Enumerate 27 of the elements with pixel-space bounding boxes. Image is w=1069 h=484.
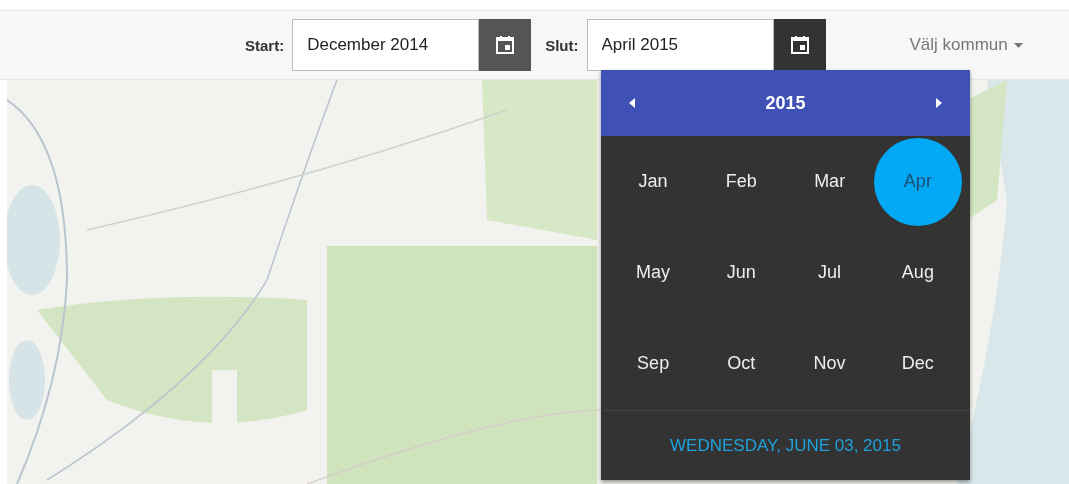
calendar-icon bbox=[789, 35, 810, 55]
date-field[interactable]: December 2014 bbox=[292, 19, 480, 71]
left-arrow-icon bbox=[629, 98, 635, 108]
month-button[interactable]: Jun bbox=[697, 228, 786, 317]
next-year-button[interactable] bbox=[936, 98, 942, 108]
month-button[interactable]: Dec bbox=[873, 319, 962, 408]
previous-year-button[interactable] bbox=[629, 98, 635, 108]
month-button[interactable]: Feb bbox=[697, 137, 786, 226]
selected-date-link[interactable]: WEDNESDAY, JUNE 03, 2015 bbox=[664, 434, 907, 457]
caret-icon bbox=[1013, 42, 1023, 48]
month-button[interactable]: Aug bbox=[873, 228, 962, 317]
date-field[interactable]: April 2015 bbox=[586, 19, 774, 71]
month-button[interactable]: Nov bbox=[785, 319, 874, 408]
month-button[interactable]: May bbox=[609, 228, 698, 317]
calendar-button[interactable] bbox=[773, 19, 826, 71]
right-arrow-icon bbox=[936, 98, 942, 108]
month-button[interactable]: Mar bbox=[785, 137, 874, 226]
field-label: Start: bbox=[245, 36, 285, 54]
calendar-icon bbox=[495, 35, 516, 55]
field-label: Slut: bbox=[545, 36, 579, 54]
municipality-dropdown[interactable]: Välj kommun bbox=[909, 35, 1023, 55]
year-label: 2015 bbox=[765, 92, 806, 114]
month-button[interactable]: Jan bbox=[609, 137, 698, 226]
month-button[interactable]: Sep bbox=[609, 319, 698, 408]
calendar-button[interactable] bbox=[479, 19, 532, 71]
month-button[interactable]: Oct bbox=[697, 319, 786, 408]
month-button[interactable]: Jul bbox=[785, 228, 874, 317]
